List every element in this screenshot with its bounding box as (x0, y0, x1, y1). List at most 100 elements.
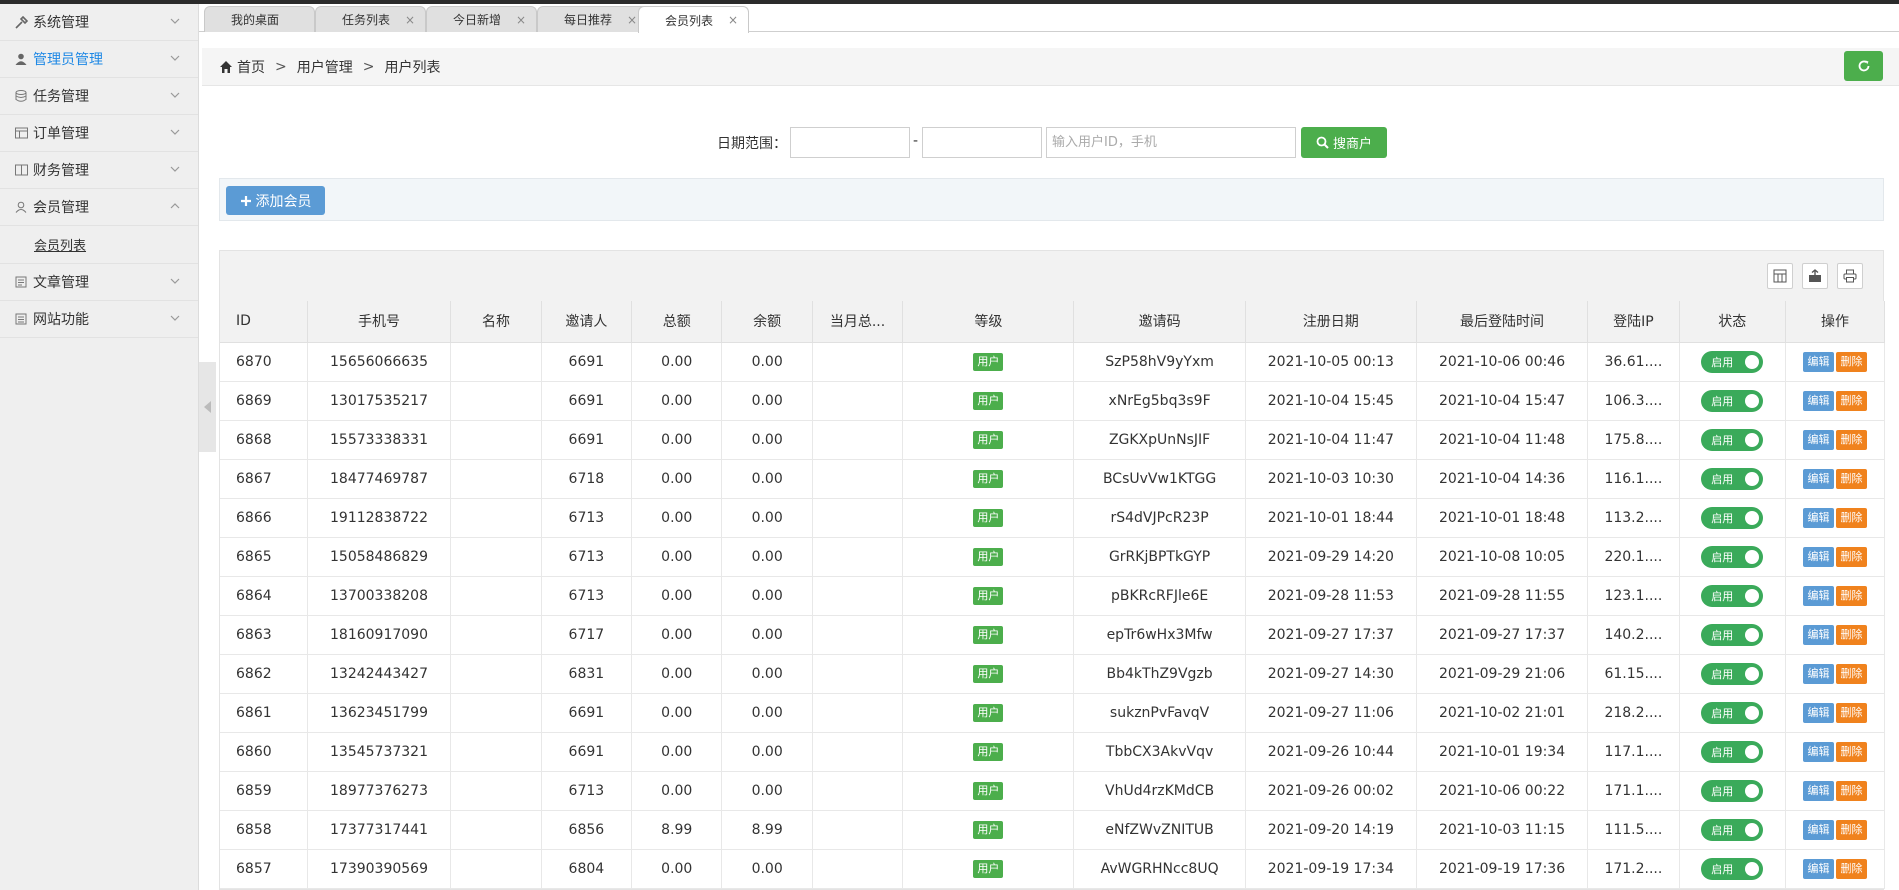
delete-button[interactable]: 删除 (1835, 351, 1867, 372)
cell-status: 启用 (1679, 420, 1786, 460)
edit-button[interactable]: 编辑 (1802, 819, 1834, 840)
cell-last: 2021-10-06 00:22 (1416, 771, 1589, 811)
column-header[interactable]: 手机号 (307, 301, 452, 343)
date-end-input[interactable] (922, 127, 1042, 158)
edit-button[interactable]: 编辑 (1802, 741, 1834, 762)
edit-button[interactable]: 编辑 (1802, 702, 1834, 723)
delete-button[interactable]: 删除 (1835, 507, 1867, 528)
column-header[interactable]: 名称 (450, 301, 542, 343)
column-header[interactable]: 等级 (902, 301, 1075, 343)
sidebar-subitem-member-list[interactable]: 会员列表 (0, 226, 198, 264)
add-member-button[interactable]: 添加会员 (226, 186, 325, 215)
status-toggle[interactable]: 启用 (1701, 506, 1764, 529)
edit-button[interactable]: 编辑 (1802, 429, 1834, 450)
cell-inviter: 6717 (541, 615, 633, 655)
sidebar-item-admin[interactable]: 管理员管理 (0, 41, 198, 78)
edit-button[interactable]: 编辑 (1802, 663, 1834, 684)
sidebar-item-site[interactable]: 网站功能 (0, 301, 198, 338)
column-header[interactable]: 邀请人 (541, 301, 633, 343)
breadcrumb-home[interactable]: 首页 (237, 57, 265, 77)
tab-label: 每日推荐 (564, 13, 613, 27)
edit-button[interactable]: 编辑 (1802, 546, 1834, 567)
cell-reg: 2021-09-26 10:44 (1245, 732, 1417, 772)
status-toggle[interactable]: 启用 (1701, 740, 1764, 763)
close-icon[interactable]: × (516, 13, 526, 27)
tab-label: 会员列表 (665, 13, 714, 28)
edit-button[interactable]: 编辑 (1802, 624, 1834, 645)
status-toggle[interactable]: 启用 (1701, 389, 1764, 412)
column-header[interactable]: 操作 (1785, 301, 1886, 343)
print-button[interactable] (1837, 263, 1863, 289)
delete-button[interactable]: 删除 (1835, 780, 1867, 801)
edit-button[interactable]: 编辑 (1802, 507, 1834, 528)
delete-button[interactable]: 删除 (1835, 546, 1867, 567)
status-toggle[interactable]: 启用 (1701, 662, 1764, 685)
column-header[interactable]: 最后登陆时间 (1416, 301, 1589, 343)
edit-button[interactable]: 编辑 (1802, 858, 1834, 879)
edit-button[interactable]: 编辑 (1802, 585, 1834, 606)
column-header[interactable]: 登陆IP (1587, 301, 1680, 343)
delete-button[interactable]: 删除 (1835, 624, 1867, 645)
delete-button[interactable]: 删除 (1835, 663, 1867, 684)
tab-daily-recommend[interactable]: 每日推荐 × (537, 6, 648, 32)
delete-button[interactable]: 删除 (1835, 819, 1867, 840)
level-badge: 用户 (973, 586, 1004, 605)
cell-status: 启用 (1679, 771, 1786, 811)
column-header[interactable]: 总额 (631, 301, 723, 343)
sidebar-collapse-toggle[interactable] (199, 362, 216, 452)
delete-button[interactable]: 删除 (1835, 858, 1867, 879)
status-toggle[interactable]: 启用 (1701, 701, 1764, 724)
columns-filter-button[interactable] (1767, 263, 1793, 289)
status-toggle[interactable]: 启用 (1701, 467, 1764, 490)
cell-level: 用户 (902, 771, 1075, 811)
delete-button[interactable]: 删除 (1835, 741, 1867, 762)
delete-button[interactable]: 删除 (1835, 390, 1867, 411)
sidebar-item-members[interactable]: 会员管理 (0, 189, 198, 226)
delete-button[interactable]: 删除 (1835, 429, 1867, 450)
edit-button[interactable]: 编辑 (1802, 351, 1834, 372)
status-toggle[interactable]: 启用 (1701, 584, 1764, 607)
sidebar-item-finance[interactable]: 财务管理 (0, 152, 198, 189)
edit-button[interactable]: 编辑 (1802, 780, 1834, 801)
tab-desktop[interactable]: 我的桌面 (204, 6, 315, 32)
export-button[interactable] (1802, 263, 1828, 289)
toggle-knob (1745, 822, 1760, 837)
sidebar-item-task[interactable]: 任务管理 (0, 78, 198, 115)
tab-member-list[interactable]: 会员列表 × (638, 6, 749, 33)
close-icon[interactable]: × (728, 13, 738, 27)
close-icon[interactable]: × (627, 13, 637, 27)
column-header[interactable]: 余额 (721, 301, 813, 343)
status-toggle[interactable]: 启用 (1701, 545, 1764, 568)
column-header[interactable]: 状态 (1679, 301, 1786, 343)
status-toggle[interactable]: 启用 (1701, 818, 1764, 841)
search-button[interactable]: 搜商户 (1301, 127, 1387, 158)
cell-phone: 18477469787 (307, 459, 452, 499)
tab-today-new[interactable]: 今日新增 × (426, 6, 537, 32)
column-header[interactable]: 邀请码 (1073, 301, 1246, 343)
column-header[interactable]: ID (220, 301, 308, 343)
keyword-search-input[interactable] (1046, 127, 1296, 158)
cell-ip: 123.1.... (1587, 576, 1680, 616)
status-toggle[interactable]: 启用 (1701, 350, 1764, 373)
delete-button[interactable]: 删除 (1835, 468, 1867, 489)
close-icon[interactable]: × (405, 13, 415, 27)
sidebar-item-label: 系统管理 (33, 15, 89, 31)
sidebar-item-article[interactable]: 文章管理 (0, 264, 198, 301)
status-toggle[interactable]: 启用 (1701, 428, 1764, 451)
column-header[interactable]: 当月总... (812, 301, 904, 343)
date-start-input[interactable] (790, 127, 910, 158)
breadcrumb-level1[interactable]: 用户管理 (297, 57, 353, 77)
refresh-button[interactable] (1844, 51, 1883, 81)
sidebar-item-system[interactable]: 系统管理 (0, 4, 198, 41)
status-toggle[interactable]: 启用 (1701, 857, 1764, 880)
column-header[interactable]: 注册日期 (1245, 301, 1417, 343)
delete-button[interactable]: 删除 (1835, 585, 1867, 606)
status-toggle[interactable]: 启用 (1701, 779, 1764, 802)
cell-reg: 2021-09-26 00:02 (1245, 771, 1417, 811)
edit-button[interactable]: 编辑 (1802, 468, 1834, 489)
tab-task-list[interactable]: 任务列表 × (315, 6, 426, 32)
edit-button[interactable]: 编辑 (1802, 390, 1834, 411)
status-toggle[interactable]: 启用 (1701, 623, 1764, 646)
sidebar-item-order[interactable]: 订单管理 (0, 115, 198, 152)
delete-button[interactable]: 删除 (1835, 702, 1867, 723)
